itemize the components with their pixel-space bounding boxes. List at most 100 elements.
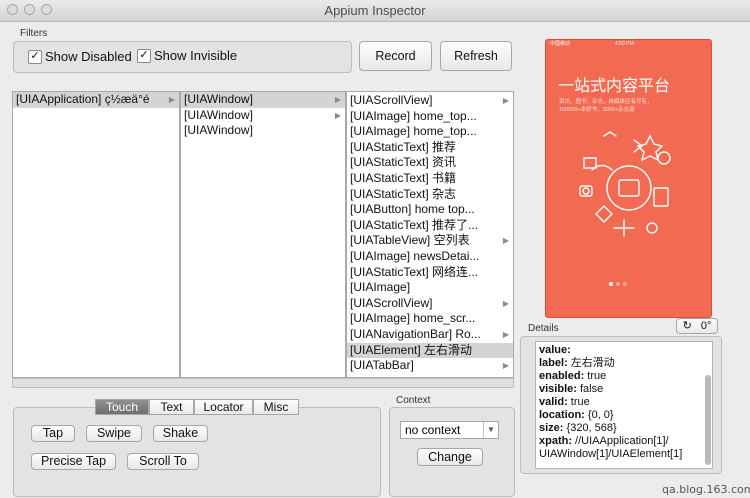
tree-row-label: [UIAElement] 左右滑动 <box>350 342 473 357</box>
context-select-value: no context <box>405 423 461 437</box>
shake-button[interactable]: Shake <box>153 425 208 442</box>
details-value: false <box>576 383 604 395</box>
details-value: {320, 568} <box>563 422 617 434</box>
show-invisible-checkbox[interactable]: ✓ Show Invisible <box>137 48 237 63</box>
details-line: label: 左右滑动 <box>539 357 712 370</box>
chevron-down-icon: ▼ <box>483 422 498 438</box>
tree-row[interactable]: [UIAWindow] ▶ <box>181 108 345 124</box>
rotate-device-button[interactable]: ↻ 0° <box>676 318 718 334</box>
tree-row[interactable]: [UIAWindow] <box>181 123 345 139</box>
tree-row[interactable]: [UIAWindow] ▶ <box>181 92 345 108</box>
tree-column-1[interactable]: [UIAApplication] ç½æä°é ▶ <box>12 91 180 378</box>
context-label: Context <box>396 395 431 406</box>
tree-row[interactable]: [UIAElement] 左右滑动 <box>347 342 513 359</box>
context-select[interactable]: no context ▼ <box>400 421 499 439</box>
tab-locator[interactable]: Locator <box>194 399 253 415</box>
details-key: size: <box>539 422 564 434</box>
tab-touch[interactable]: Touch <box>95 399 149 415</box>
details-line: location: {0, 0} <box>539 409 712 422</box>
carrier-label: 中国移动 <box>550 41 571 47</box>
record-button[interactable]: Record <box>359 41 432 71</box>
tree-row[interactable]: [UIAStaticText] 杂志 <box>347 187 513 203</box>
tree-row[interactable]: [UIAStaticText] 书籍 <box>347 171 513 187</box>
tree-row-label: [UIAButton] home top... <box>350 202 475 217</box>
tap-button[interactable]: Tap <box>31 425 75 442</box>
swipe-button[interactable]: Swipe <box>86 425 142 442</box>
tree-row[interactable]: [UIAImage] home_top... <box>347 109 513 125</box>
device-subline-2: 100000+本好书，3000+杂志源 <box>559 107 635 113</box>
tree-row-label: [UIAWindow] <box>184 123 253 138</box>
tree-row[interactable]: [UIATableView] 空列表 ▶ <box>347 233 513 249</box>
tree-row[interactable]: [UIAImage] home_top... <box>347 124 513 140</box>
show-disabled-checkbox[interactable]: ✓ Show Disabled <box>28 49 132 64</box>
device-subline-1: 资讯、图书、杂志，自媒体应有尽有， <box>559 99 653 105</box>
scroll-to-button[interactable]: Scroll To <box>127 453 199 470</box>
tree-row-label: [UIAStaticText] 推荐了... <box>350 217 479 232</box>
tree-row[interactable]: [UIAStaticText] 网络连... <box>347 265 513 281</box>
bird-icon <box>603 131 617 137</box>
chevron-right-icon: ▶ <box>502 361 509 371</box>
chevron-right-icon: ▶ <box>334 110 341 120</box>
details-line: size: {320, 568} <box>539 422 712 435</box>
refresh-button[interactable]: Refresh <box>440 41 512 71</box>
tree-row[interactable]: [UIAButton] home top... <box>347 202 513 218</box>
tree-column-3[interactable]: [UIAScrollView] ▶ [UIAImage] home_top... [U… <box>346 91 514 378</box>
device-headline: 一站式内容平台 <box>558 76 671 95</box>
tree-row[interactable]: [UIAApplication] ç½æä°é ▶ <box>13 92 179 108</box>
details-key: valid: <box>539 396 568 408</box>
tree-row-label: [UIAStaticText] 杂志 <box>350 186 457 201</box>
details-line: value: <box>539 344 712 357</box>
page-indicator <box>609 282 627 286</box>
tree-row-label: [UIAImage] home_top... <box>350 108 477 123</box>
details-line: visible: false <box>539 383 712 396</box>
details-label: Details <box>528 323 559 334</box>
actions-group <box>13 407 381 497</box>
tree-row[interactable]: [UIAImage] home_scr... <box>347 311 513 327</box>
tree-row[interactable]: [UIAImage] <box>347 280 513 296</box>
tree-row[interactable]: [UIAImage] newsDetai... <box>347 249 513 265</box>
precise-tap-button[interactable]: Precise Tap <box>31 453 116 470</box>
window-title: Appium Inspector <box>324 3 426 18</box>
show-invisible-label: Show Invisible <box>154 48 238 63</box>
details-value: true <box>584 370 607 382</box>
status-time: 4:50 PM <box>615 41 634 47</box>
tree-row[interactable]: [UIAScrollView] ▶ <box>347 296 513 312</box>
tree-row-label: [UIAScrollView] <box>350 295 433 310</box>
tree-row-label: [UIAWindow] <box>184 107 253 122</box>
plus-icon <box>613 219 635 237</box>
tree-row-label: [UIAStaticText] 网络连... <box>350 264 479 279</box>
tree-row-label: [UIAImage] <box>350 280 411 295</box>
tree-column-2[interactable]: [UIAWindow] ▶ [UIAWindow] ▶ [UIAWindow] <box>180 91 346 378</box>
details-scrollbar-thumb[interactable] <box>705 375 711 465</box>
tab-misc[interactable]: Misc <box>253 399 299 415</box>
tree-row[interactable]: [UIATabBar] ▶ <box>347 358 513 374</box>
chevron-right-icon: ▶ <box>502 236 509 246</box>
horizontal-scrollbar[interactable] <box>12 378 514 388</box>
content-icons-illustration <box>579 131 671 237</box>
tab-text[interactable]: Text <box>149 399 194 415</box>
details-key: xpath: <box>539 435 572 447</box>
tree-row-label: [UIAStaticText] 资讯 <box>350 155 457 170</box>
tree-row[interactable]: [UIAScrollView] ▶ <box>347 93 513 109</box>
rotate-icon: ↻ <box>682 320 692 332</box>
device-status-bar: 中国移动 4:50 PM <box>546 40 711 49</box>
tree-row[interactable]: [UIANavigationBar] Ro... ▶ <box>347 327 513 343</box>
tree-row[interactable]: [UIAStaticText] 资讯 <box>347 155 513 171</box>
details-text-area[interactable]: value: label: 左右滑动 enabled: true visible: f… <box>535 341 713 469</box>
tree-row-label: [UIAApplication] ç½æä°é <box>16 92 150 106</box>
tree-row-label: [UIAStaticText] 推荐 <box>350 139 457 154</box>
details-line: UIAWindow[1]/UIAElement[1] <box>539 448 712 461</box>
change-context-button[interactable]: Change <box>417 448 483 466</box>
tree-row[interactable]: [UIAStaticText] 推荐了... <box>347 218 513 234</box>
book-icon <box>618 179 640 197</box>
watermark: qa.blog.163.com <box>662 483 750 496</box>
tree-row-label: [UIAStaticText] 书籍 <box>350 170 457 185</box>
title-bar: Appium Inspector <box>0 0 750 22</box>
details-line: enabled: true <box>539 370 712 383</box>
details-line: valid: true <box>539 396 712 409</box>
tree-row-label: [UIAImage] home_scr... <box>350 311 476 326</box>
details-key: location: <box>539 409 585 421</box>
device-screenshot[interactable]: 中国移动 4:50 PM 一站式内容平台 资讯、图书、杂志，自媒体应有尽有， 1… <box>545 39 712 318</box>
chevron-right-icon: ▶ <box>502 298 509 308</box>
tree-row[interactable]: [UIAStaticText] 推荐 <box>347 140 513 156</box>
